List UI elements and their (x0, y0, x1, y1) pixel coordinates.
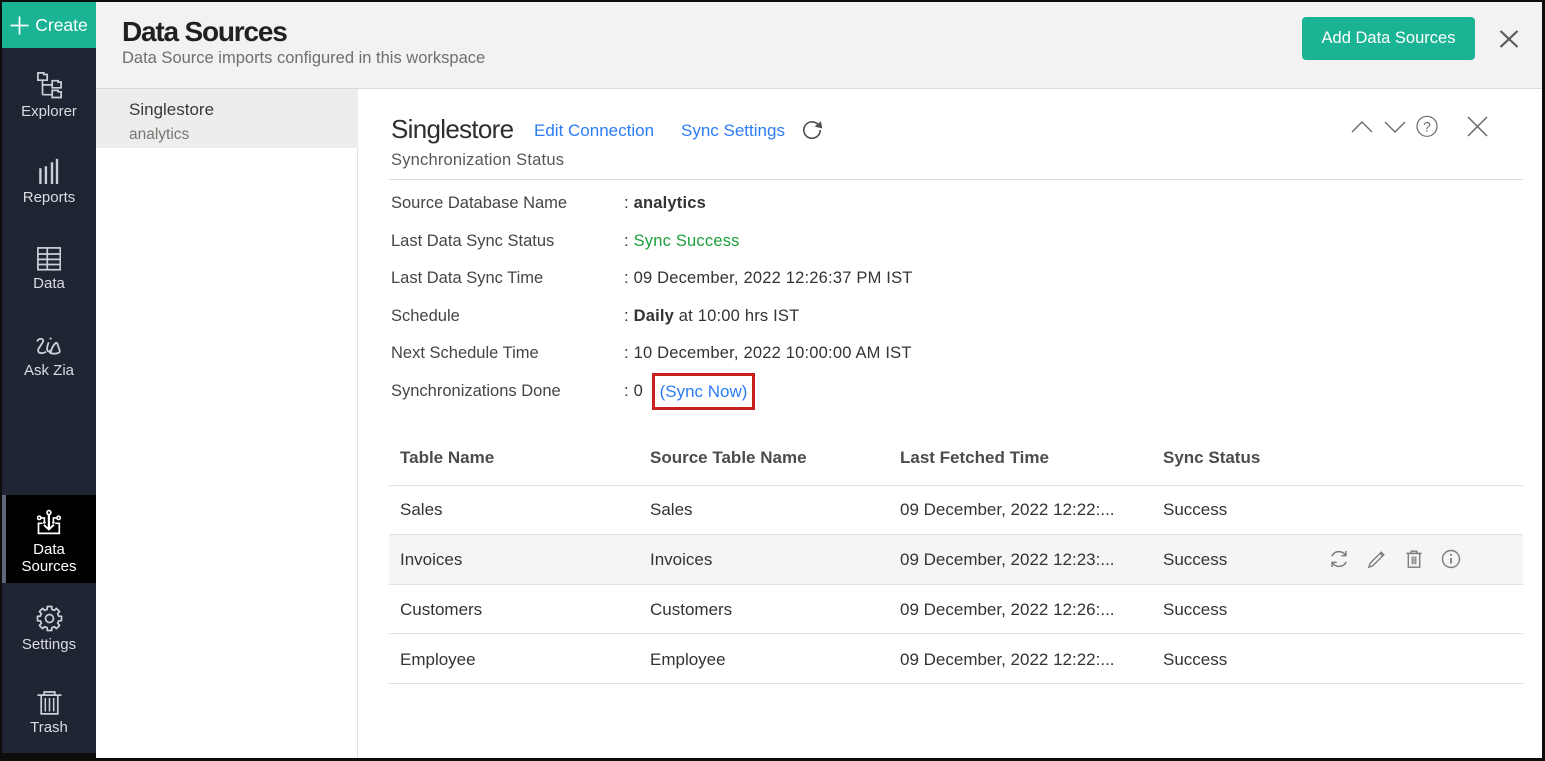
svg-text:?: ? (1423, 118, 1431, 134)
